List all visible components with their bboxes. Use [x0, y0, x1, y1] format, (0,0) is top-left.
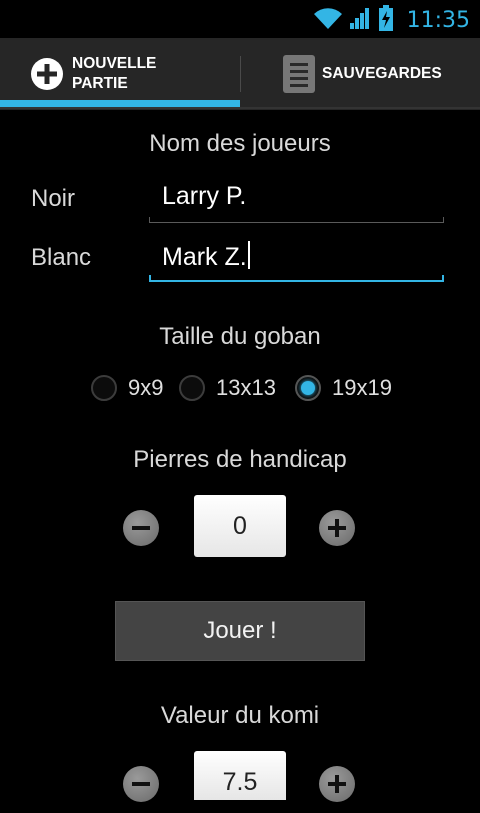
- tab-new-game-label: NOUVELLE PARTIE: [72, 54, 156, 94]
- white-player-input[interactable]: Mark Z.: [149, 236, 444, 282]
- status-time: 11:35: [406, 7, 470, 33]
- wifi-icon: [313, 6, 343, 34]
- input-underline: [149, 217, 444, 223]
- handicap-increment-button[interactable]: [319, 510, 355, 546]
- white-player-value-wrap: Mark Z.: [162, 241, 250, 272]
- status-bar: 11:35: [0, 0, 480, 38]
- battery-charging-icon: [377, 4, 395, 36]
- status-icons: 11:35: [313, 4, 470, 36]
- white-player-value: Mark Z.: [162, 243, 247, 271]
- selected-tab-indicator: [0, 100, 240, 107]
- tab-bar-bottom-line: [0, 107, 480, 109]
- play-button[interactable]: Jouer !: [115, 601, 365, 661]
- radio-13x13[interactable]: [179, 375, 205, 401]
- board-size-title: Taille du goban: [159, 323, 321, 350]
- komi-title: Valeur du komi: [160, 702, 320, 729]
- plus-circle-icon: [30, 57, 64, 91]
- list-document-icon: [282, 54, 316, 94]
- komi-decrement-button[interactable]: [123, 766, 159, 802]
- players-title: Nom des joueurs: [149, 130, 331, 157]
- tab-saves[interactable]: SAUVEGARDES: [242, 38, 480, 110]
- tab-label-line2: PARTIE: [72, 75, 128, 92]
- radio-19x19[interactable]: [295, 375, 321, 401]
- white-player-label: Blanc: [31, 244, 92, 271]
- komi-increment-button[interactable]: [319, 766, 355, 802]
- radio-13x13-label: 13x13: [216, 375, 276, 400]
- black-player-value: Larry P.: [162, 182, 247, 210]
- black-player-label: Noir: [31, 185, 76, 212]
- black-player-input[interactable]: Larry P.: [149, 177, 444, 223]
- text-cursor: [247, 241, 250, 269]
- tab-label-line1: NOUVELLE: [72, 55, 157, 72]
- radio-19x19-label: 19x19: [332, 375, 392, 400]
- radio-selected-dot: [301, 381, 315, 395]
- handicap-decrement-button[interactable]: [123, 510, 159, 546]
- radio-9x9[interactable]: [91, 375, 117, 401]
- signal-icon: [349, 6, 371, 34]
- radio-9x9-label: 9x9: [128, 375, 164, 400]
- input-underline-focused: [149, 275, 444, 282]
- handicap-title: Pierres de handicap: [133, 446, 347, 473]
- komi-value-field[interactable]: 7.5: [194, 751, 286, 800]
- tab-divider: [240, 56, 241, 92]
- tab-saves-label: SAUVEGARDES: [322, 65, 442, 82]
- handicap-value-field[interactable]: 0: [194, 495, 286, 557]
